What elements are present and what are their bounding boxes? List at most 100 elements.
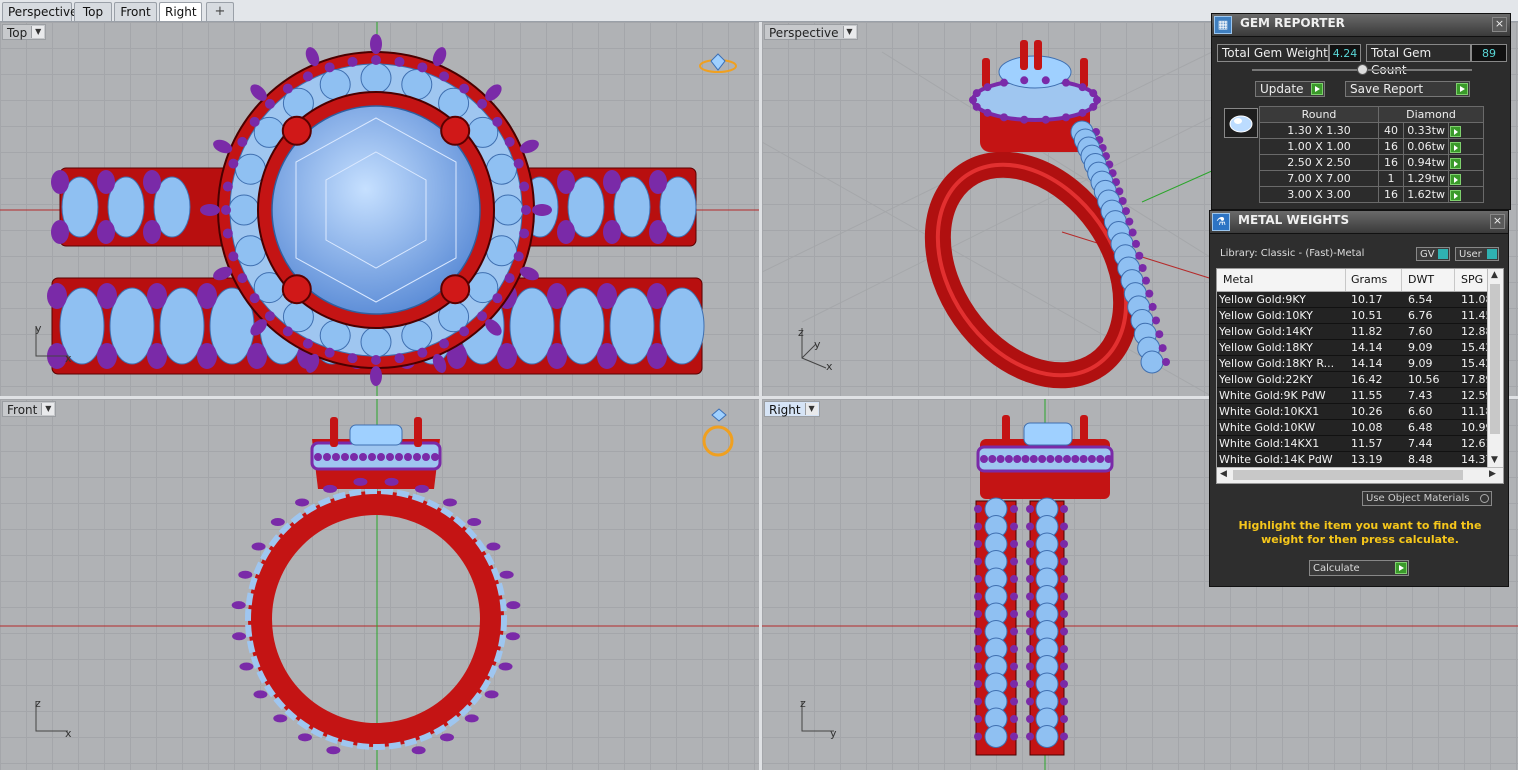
gem-weight-cell: 0.94tw <box>1403 154 1449 171</box>
gem-count-cell: 16 <box>1378 154 1404 171</box>
update-button[interactable]: Update <box>1255 81 1325 97</box>
gem-row[interactable]: 1.30 X 1.30 40 0.33tw <box>1259 122 1484 139</box>
metal-list-header: Metal Grams DWT SPG <box>1217 269 1489 292</box>
view-gizmo-icon <box>699 53 737 73</box>
play-icon <box>1395 562 1407 574</box>
metal-row[interactable]: Yellow Gold:9KY 10.17 6.54 11.08 <box>1217 292 1491 308</box>
gem-row[interactable]: 2.50 X 2.50 16 0.94tw <box>1259 154 1484 171</box>
metal-metal-cell: Yellow Gold:9KY <box>1219 293 1306 306</box>
metal-grams-cell: 10.08 <box>1351 421 1383 434</box>
viewport-top[interactable]: y x Top ▼ <box>0 22 759 396</box>
metal-row[interactable]: White Gold:10KX1 10.26 6.60 11.18 <box>1217 404 1491 420</box>
metal-row[interactable]: White Gold:14KX1 11.57 7.44 12.61 <box>1217 436 1491 452</box>
gem-reporter-titlebar[interactable]: ▦ GEM REPORTER × <box>1212 14 1510 37</box>
column-header-metal[interactable]: Metal <box>1223 273 1253 286</box>
metal-dwt-cell: 9.09 <box>1408 357 1433 370</box>
chevron-down-icon[interactable]: ▼ <box>842 26 856 38</box>
metal-grams-cell: 10.51 <box>1351 309 1383 322</box>
metal-dwt-cell: 10.56 <box>1408 373 1440 386</box>
calculate-instructions: Highlight the item you want to find the … <box>1238 519 1482 546</box>
metal-grams-cell: 14.14 <box>1351 341 1383 354</box>
metal-grams-cell: 11.57 <box>1351 437 1383 450</box>
metal-weights-titlebar[interactable]: ⚗ METAL WEIGHTS × <box>1210 211 1508 234</box>
save-report-button[interactable]: Save Report <box>1345 81 1470 97</box>
gem-summary-table: Round Diamond 1.30 X 1.30 40 0.33tw 1.00 X … <box>1259 106 1484 203</box>
svg-text:y: y <box>830 727 837 740</box>
svg-text:y: y <box>35 322 42 335</box>
column-header-spg[interactable]: SPG <box>1461 273 1483 286</box>
metal-grams-cell: 14.14 <box>1351 357 1383 370</box>
top-view-scene <box>0 22 759 396</box>
gem-reporter-panel: ▦ GEM REPORTER × Total Gem Weight 4.24 T… <box>1211 13 1511 210</box>
column-header-dwt[interactable]: DWT <box>1408 273 1434 286</box>
material-header: Diamond <box>1378 106 1484 123</box>
metal-dwt-cell: 6.76 <box>1408 309 1433 322</box>
metal-weights-title: METAL WEIGHTS <box>1238 213 1350 227</box>
select-gems-play-icon[interactable] <box>1450 141 1461 153</box>
toggle-icon <box>1438 249 1448 259</box>
report-slider-handle[interactable] <box>1357 64 1368 75</box>
metal-row[interactable]: Yellow Gold:22KY 16.42 10.56 17.89 <box>1217 372 1491 388</box>
metal-list-vertical-scrollbar[interactable]: ▲ ▼ <box>1487 269 1503 469</box>
axis-triad-icon: z y x <box>798 326 833 372</box>
tab-perspective[interactable]: Perspective <box>2 2 78 21</box>
total-gem-weight-label: Total Gem Weight <box>1217 44 1329 62</box>
metal-metal-cell: White Gold:10KX1 <box>1219 405 1320 418</box>
gem-weight-cell: 0.33tw <box>1403 122 1449 139</box>
metal-metal-cell: Yellow Gold:14KY <box>1219 325 1313 338</box>
svg-text:x: x <box>826 360 833 372</box>
metal-row[interactable]: Yellow Gold:10KY 10.51 6.76 11.45 <box>1217 308 1491 324</box>
gem-row[interactable]: 1.00 X 1.00 16 0.06tw <box>1259 138 1484 155</box>
metal-row[interactable]: White Gold:10KW 10.08 6.48 10.99 <box>1217 420 1491 436</box>
metal-row[interactable]: White Gold:14K PdW 13.19 8.48 14.37 <box>1217 452 1491 468</box>
gem-count-cell: 1 <box>1378 170 1404 187</box>
select-gems-play-icon[interactable] <box>1450 173 1461 185</box>
svg-text:x: x <box>65 352 72 365</box>
use-object-materials-option[interactable]: Use Object Materials <box>1362 491 1492 506</box>
viewport-label-right[interactable]: Right ▼ <box>764 401 820 417</box>
svg-text:z: z <box>35 697 41 710</box>
gem-row[interactable]: 7.00 X 7.00 1 1.29tw <box>1259 170 1484 187</box>
chevron-down-icon[interactable]: ▼ <box>31 26 45 38</box>
select-gems-play-icon[interactable] <box>1450 125 1461 137</box>
tab-top[interactable]: Top <box>74 2 112 21</box>
total-gem-count-label: Total Gem Count <box>1366 44 1471 77</box>
viewport-label-front[interactable]: Front ▼ <box>2 401 57 417</box>
gv-toggle[interactable]: GV <box>1416 247 1450 261</box>
column-header-grams[interactable]: Grams <box>1351 273 1387 286</box>
select-gems-play-icon[interactable] <box>1450 189 1461 201</box>
add-tab-icon[interactable]: + <box>206 2 234 21</box>
select-gems-play-icon[interactable] <box>1450 157 1461 169</box>
gem-row[interactable]: 3.00 X 3.00 16 1.62tw <box>1259 186 1484 203</box>
metal-row[interactable]: Yellow Gold:18KY R... 14.14 9.09 15.42 <box>1217 356 1491 372</box>
svg-text:y: y <box>814 338 821 351</box>
metal-weights-list[interactable]: Metal Grams DWT SPG Yellow Gold:9KY 10.17… <box>1216 268 1504 484</box>
metal-row[interactable]: Yellow Gold:18KY 14.14 9.09 15.42 <box>1217 340 1491 356</box>
tab-right[interactable]: Right <box>159 2 202 21</box>
gem-count-cell: 16 <box>1378 138 1404 155</box>
play-icon <box>1456 83 1468 95</box>
gem-size-cell: 2.50 X 2.50 <box>1259 154 1379 171</box>
user-toggle[interactable]: User <box>1455 247 1499 261</box>
chevron-down-icon[interactable]: ▼ <box>41 403 55 415</box>
metal-row[interactable]: White Gold:9K PdW 11.55 7.43 12.59 <box>1217 388 1491 404</box>
total-gem-weight-value: 4.24 <box>1329 44 1361 62</box>
radio-icon <box>1480 494 1489 503</box>
close-icon[interactable]: × <box>1492 17 1507 32</box>
close-icon[interactable]: × <box>1490 214 1505 229</box>
front-view-scene <box>0 399 759 770</box>
viewport-label-perspective[interactable]: Perspective ▼ <box>764 24 858 40</box>
metal-metal-cell: Yellow Gold:18KY R... <box>1219 357 1335 370</box>
chevron-down-icon[interactable]: ▼ <box>804 403 818 415</box>
shape-header: Round <box>1259 106 1379 123</box>
calculate-button[interactable]: Calculate <box>1309 560 1409 576</box>
axis-triad-icon: y x <box>35 322 72 365</box>
metal-dwt-cell: 6.48 <box>1408 421 1433 434</box>
metal-metal-cell: Yellow Gold:10KY <box>1219 309 1313 322</box>
metal-row[interactable]: Yellow Gold:14KY 11.82 7.60 12.88 <box>1217 324 1491 340</box>
tab-front[interactable]: Front <box>114 2 157 21</box>
metal-list-horizontal-scrollbar[interactable]: ◀ ▶ <box>1217 467 1503 483</box>
metal-metal-cell: White Gold:9K PdW <box>1219 389 1326 402</box>
viewport-label-top[interactable]: Top ▼ <box>2 24 47 40</box>
viewport-front[interactable]: z x Front ▼ <box>0 399 759 770</box>
